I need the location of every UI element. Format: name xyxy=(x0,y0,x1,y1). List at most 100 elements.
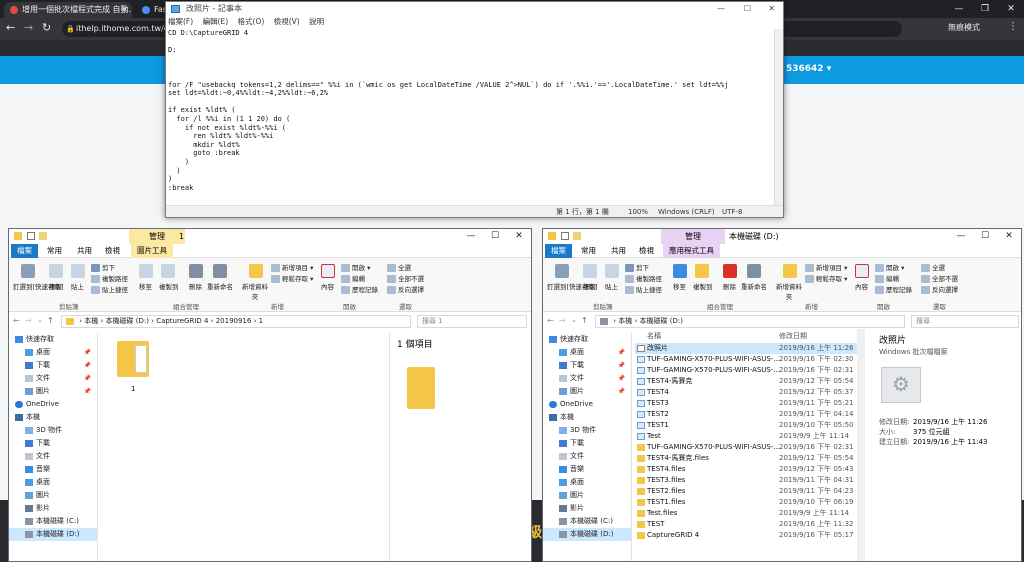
breadcrumb[interactable]: › 本機 › 本機磁碟 (D:) › CaptureGRID 4 › 20190… xyxy=(61,315,411,328)
new-item-button[interactable]: 新增項目 ▾ xyxy=(271,262,313,272)
nav-item[interactable]: 本機磁碟 (D:) xyxy=(543,528,631,541)
nav-quick-access[interactable]: 快速存取 xyxy=(9,333,97,346)
nav-quick-access[interactable]: 快速存取 xyxy=(543,333,631,346)
new-folder-button[interactable]: 新增資料夾 xyxy=(775,281,803,301)
breadcrumb[interactable]: › 本機 › 本機磁碟 (D:) xyxy=(595,315,905,328)
file-row[interactable]: TEST1 2019/9/10 下午 05:50 xyxy=(635,420,857,431)
select-none-button[interactable]: 全部不選 xyxy=(921,273,958,283)
open-button[interactable]: 開啟 ▾ xyxy=(341,262,370,272)
tab-app-tools[interactable]: 應用程式工具 xyxy=(663,244,720,258)
file-row[interactable]: Test 2019/9/9 上午 11:14 xyxy=(635,431,857,442)
search-input[interactable]: 搜尋 1 xyxy=(417,315,527,328)
file-row[interactable]: TEST2 2019/9/11 下午 04:14 xyxy=(635,409,857,420)
nav-item[interactable]: 圖片 xyxy=(543,489,631,502)
file-row[interactable]: TUF-GAMING-X570-PLUS-WIFI-ASUS-... 2019/9… xyxy=(635,365,857,376)
nav-item[interactable]: 影片 xyxy=(9,502,97,515)
nav-item[interactable]: 音樂 xyxy=(543,463,631,476)
notepad-text-area[interactable]: CD D:\CaptureGRID 4 D: for /F "usebackq … xyxy=(166,29,776,204)
file-row[interactable]: 改照片 2019/9/16 上午 11:26 xyxy=(635,343,857,354)
file-row[interactable]: TEST4 2019/9/12 下午 05:37 xyxy=(635,387,857,398)
menu-help[interactable]: 說明 xyxy=(309,17,324,26)
paste-shortcut-button[interactable]: 貼上捷徑 xyxy=(625,284,662,294)
nav-item[interactable]: 文件 xyxy=(543,450,631,463)
nav-item[interactable]: 文件 📌 xyxy=(9,372,97,385)
nav-this-pc[interactable]: 本機 xyxy=(9,411,97,424)
file-row[interactable]: TEST3.files 2019/9/11 下午 04:31 xyxy=(635,475,857,486)
nav-item[interactable]: 本機磁碟 (C:) xyxy=(9,515,97,528)
minimize-icon[interactable]: — xyxy=(949,229,973,244)
maximize-icon[interactable]: ❐ xyxy=(972,0,998,18)
folder-item[interactable]: 1 xyxy=(113,339,153,397)
paste-button[interactable]: 貼上 xyxy=(605,281,618,291)
tab-home[interactable]: 常用 xyxy=(47,244,62,258)
copy-button[interactable]: 複製 xyxy=(49,281,62,291)
cut-button[interactable]: 剪下 xyxy=(91,262,115,272)
nav-onedrive[interactable]: OneDrive xyxy=(9,398,97,411)
context-tab-manage[interactable]: 管理 xyxy=(129,229,185,244)
breadcrumb-item[interactable]: CaptureGRID 4 xyxy=(156,317,208,325)
browser-tab[interactable]: Fas xyxy=(136,2,166,18)
maximize-icon[interactable]: ☐ xyxy=(973,229,997,244)
nav-item[interactable]: 本機磁碟 (C:) xyxy=(543,515,631,528)
nav-item[interactable]: 3D 物件 xyxy=(543,424,631,437)
move-to-button[interactable]: 移至 xyxy=(673,281,686,291)
tab-view[interactable]: 檢視 xyxy=(105,244,120,258)
context-tab-manage[interactable]: 管理 xyxy=(661,229,725,244)
incognito-label[interactable]: 無痕模式 xyxy=(948,22,980,33)
close-icon[interactable]: ✕ xyxy=(507,229,531,244)
nav-item[interactable]: 圖片 📌 xyxy=(9,385,97,398)
cut-button[interactable]: 剪下 xyxy=(625,262,649,272)
history-button[interactable]: 歷程記錄 xyxy=(341,284,378,294)
recent-icon[interactable]: ⌄ xyxy=(37,316,43,324)
breadcrumb-item[interactable]: 本機磁碟 (D:) xyxy=(640,317,683,325)
nav-item[interactable]: 音樂 xyxy=(9,463,97,476)
copy-path-button[interactable]: 複製路徑 xyxy=(91,273,128,283)
invert-selection-button[interactable]: 反向選擇 xyxy=(921,284,958,294)
tab-file[interactable]: 檔案 xyxy=(545,244,572,258)
file-row[interactable]: TEST 2019/9/16 上午 11:32 xyxy=(635,519,857,530)
rename-button[interactable]: 重新命名 xyxy=(207,281,233,291)
copy-to-button[interactable]: 複製到 xyxy=(693,281,713,291)
user-menu[interactable]: 536642 ▾ xyxy=(786,64,831,74)
paste-shortcut-button[interactable]: 貼上捷徑 xyxy=(91,284,128,294)
properties-button[interactable]: 內容 xyxy=(855,281,868,291)
back-icon[interactable]: ← xyxy=(547,316,554,325)
easy-access-button[interactable]: 輕鬆存取 ▾ xyxy=(805,273,847,283)
file-row[interactable]: TEST3 2019/9/11 下午 05:21 xyxy=(635,398,857,409)
up-icon[interactable]: ↑ xyxy=(47,316,54,325)
nav-item[interactable]: 桌面 📌 xyxy=(543,346,631,359)
nav-item[interactable]: 文件 xyxy=(9,450,97,463)
breadcrumb-item[interactable]: 本機 xyxy=(84,317,98,325)
nav-item[interactable]: 下載 xyxy=(9,437,97,450)
open-button[interactable]: 開啟 ▾ xyxy=(875,262,904,272)
new-folder-button[interactable]: 新增資料夾 xyxy=(241,281,269,301)
nav-item[interactable]: 桌面 xyxy=(543,476,631,489)
search-input[interactable]: 搜尋 xyxy=(911,315,1019,328)
nav-item[interactable]: 文件 📌 xyxy=(543,372,631,385)
file-row[interactable]: CaptureGRID 4 2019/9/16 下午 05:17 xyxy=(635,530,857,541)
nav-item[interactable]: 圖片 xyxy=(9,489,97,502)
new-item-button[interactable]: 新增項目 ▾ xyxy=(805,262,847,272)
nav-item[interactable]: 下載 xyxy=(543,437,631,450)
copy-button[interactable]: 複製 xyxy=(583,281,596,291)
file-row[interactable]: TEST4-馬賽克.files 2019/9/12 下午 05:54 xyxy=(635,453,857,464)
tab-picture-tools[interactable]: 圖片工具 xyxy=(131,244,173,258)
maximize-icon[interactable]: ☐ xyxy=(483,229,507,244)
file-row[interactable]: TEST4.files 2019/9/12 下午 05:43 xyxy=(635,464,857,475)
easy-access-button[interactable]: 輕鬆存取 ▾ xyxy=(271,273,313,283)
browser-tab[interactable]: 增用一個批次檔程式完成 自動… ✕ xyxy=(4,2,132,18)
forward-icon[interactable]: → xyxy=(24,21,33,34)
nav-item[interactable]: 桌面 📌 xyxy=(9,346,97,359)
nav-item[interactable]: 桌面 xyxy=(9,476,97,489)
copy-path-button[interactable]: 複製路徑 xyxy=(625,273,662,283)
file-row[interactable]: TEST1.files 2019/9/10 下午 06:19 xyxy=(635,497,857,508)
tab-view[interactable]: 檢視 xyxy=(639,244,654,258)
back-icon[interactable]: ← xyxy=(13,316,20,325)
nav-item[interactable]: 下載 📌 xyxy=(9,359,97,372)
tab-share[interactable]: 共用 xyxy=(77,244,92,258)
copy-to-button[interactable]: 複製到 xyxy=(159,281,179,291)
breadcrumb-item[interactable]: 本機 xyxy=(618,317,632,325)
breadcrumb-item[interactable]: 本機磁碟 (D:) xyxy=(106,317,149,325)
properties-icon[interactable] xyxy=(27,232,35,240)
rename-button[interactable]: 重新命名 xyxy=(741,281,767,291)
